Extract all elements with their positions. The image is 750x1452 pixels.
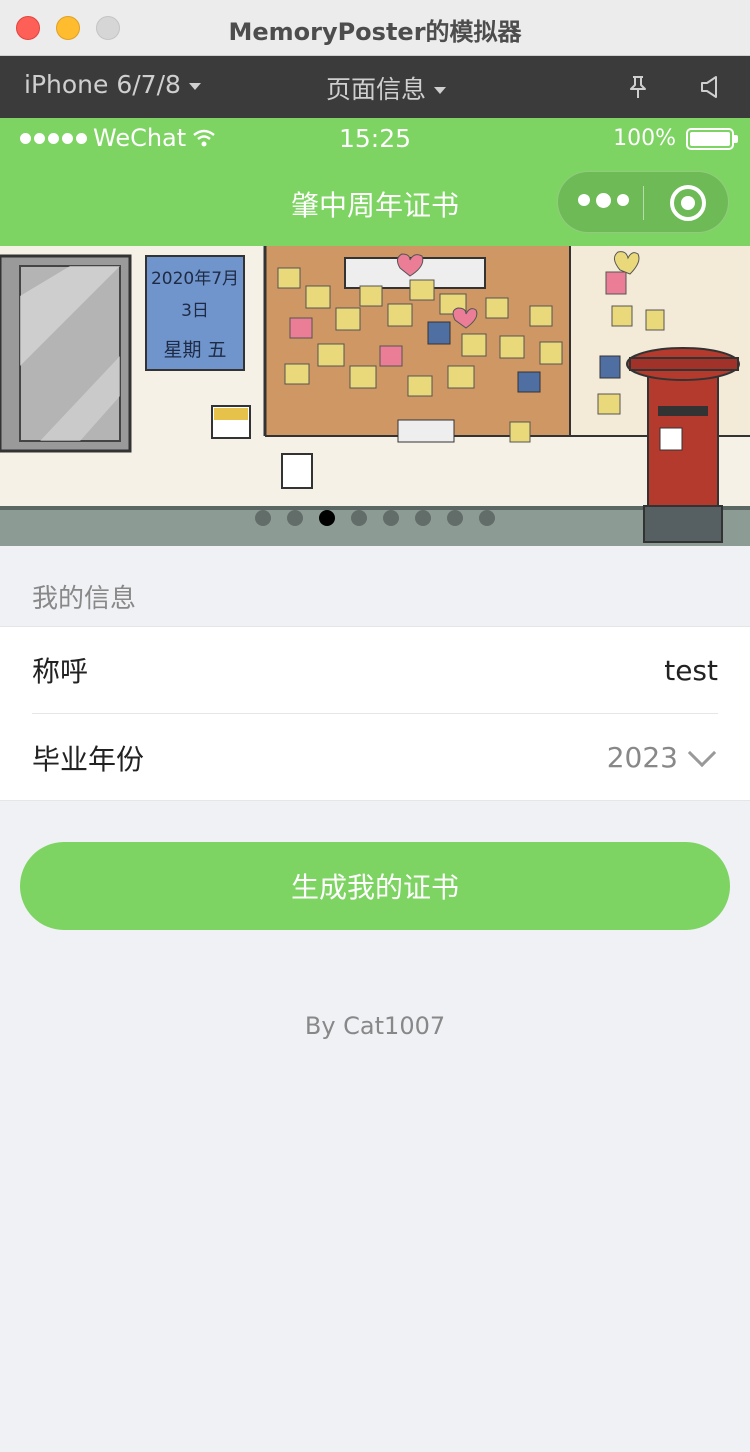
speaker-icon[interactable] (698, 74, 724, 100)
carousel-dot[interactable] (351, 510, 367, 526)
carousel-indicator (0, 510, 750, 526)
banner-carousel[interactable]: 2020年7月 3日 星期 五 (0, 246, 750, 546)
page-info-selector[interactable]: 页面信息 (326, 70, 447, 106)
graduation-year-value: 2023 (606, 741, 678, 774)
capsule-divider (643, 186, 644, 220)
page-info-label: 页面信息 (326, 75, 427, 104)
graduation-year-label: 毕业年份 (32, 742, 145, 776)
section-title: 我的信息 (32, 584, 137, 614)
device-selector[interactable]: iPhone 6/7/8 (24, 70, 201, 99)
battery-icon (686, 127, 738, 150)
board-date: 2020年7月 (151, 269, 239, 289)
battery-percent: 100% (613, 126, 676, 151)
window-titlebar: MemoryPoster的模拟器 (0, 0, 750, 56)
graduation-year-picker[interactable]: 2023 (606, 738, 718, 774)
carousel-dot[interactable] (255, 510, 271, 526)
simulator-window: MemoryPoster的模拟器 iPhone 6/7/8 页面信息 WeCha… (0, 0, 750, 1452)
carousel-dot-active[interactable] (319, 510, 335, 526)
phone-status-bar: WeChat 15:25 100% (0, 118, 750, 158)
graduation-year-row[interactable]: 毕业年份 2023 (32, 714, 718, 801)
pin-icon[interactable] (625, 74, 651, 100)
miniprogram-capsule (557, 171, 729, 233)
name-input[interactable]: test (664, 654, 718, 687)
carousel-dot[interactable] (479, 510, 495, 526)
name-row[interactable]: 称呼 test (32, 627, 718, 714)
name-label: 称呼 (32, 655, 89, 688)
board-week: 星期 五 (163, 339, 226, 361)
carousel-dot[interactable] (447, 510, 463, 526)
chevron-down-icon (188, 83, 201, 90)
simulator-toolbar: iPhone 6/7/8 页面信息 (0, 56, 750, 118)
generate-certificate-button[interactable]: 生成我的证书 (20, 842, 730, 930)
window-title: MemoryPoster的模拟器 (228, 18, 522, 46)
device-label: iPhone 6/7/8 (24, 70, 181, 99)
info-form: 称呼 test 毕业年份 2023 (0, 626, 750, 801)
banner-illustration: 2020年7月 3日 星期 五 (0, 246, 750, 546)
carousel-dot[interactable] (287, 510, 303, 526)
exit-miniprogram-icon[interactable] (670, 185, 706, 221)
board-day: 3日 (181, 301, 209, 321)
carousel-dot[interactable] (415, 510, 431, 526)
carousel-dot[interactable] (383, 510, 399, 526)
nav-bar: 肇中周年证书 (0, 158, 750, 246)
chevron-down-icon (434, 86, 447, 94)
more-icon[interactable] (578, 193, 629, 208)
chevron-down-icon (687, 738, 717, 767)
footer-credit: By Cat1007 (304, 1012, 446, 1040)
